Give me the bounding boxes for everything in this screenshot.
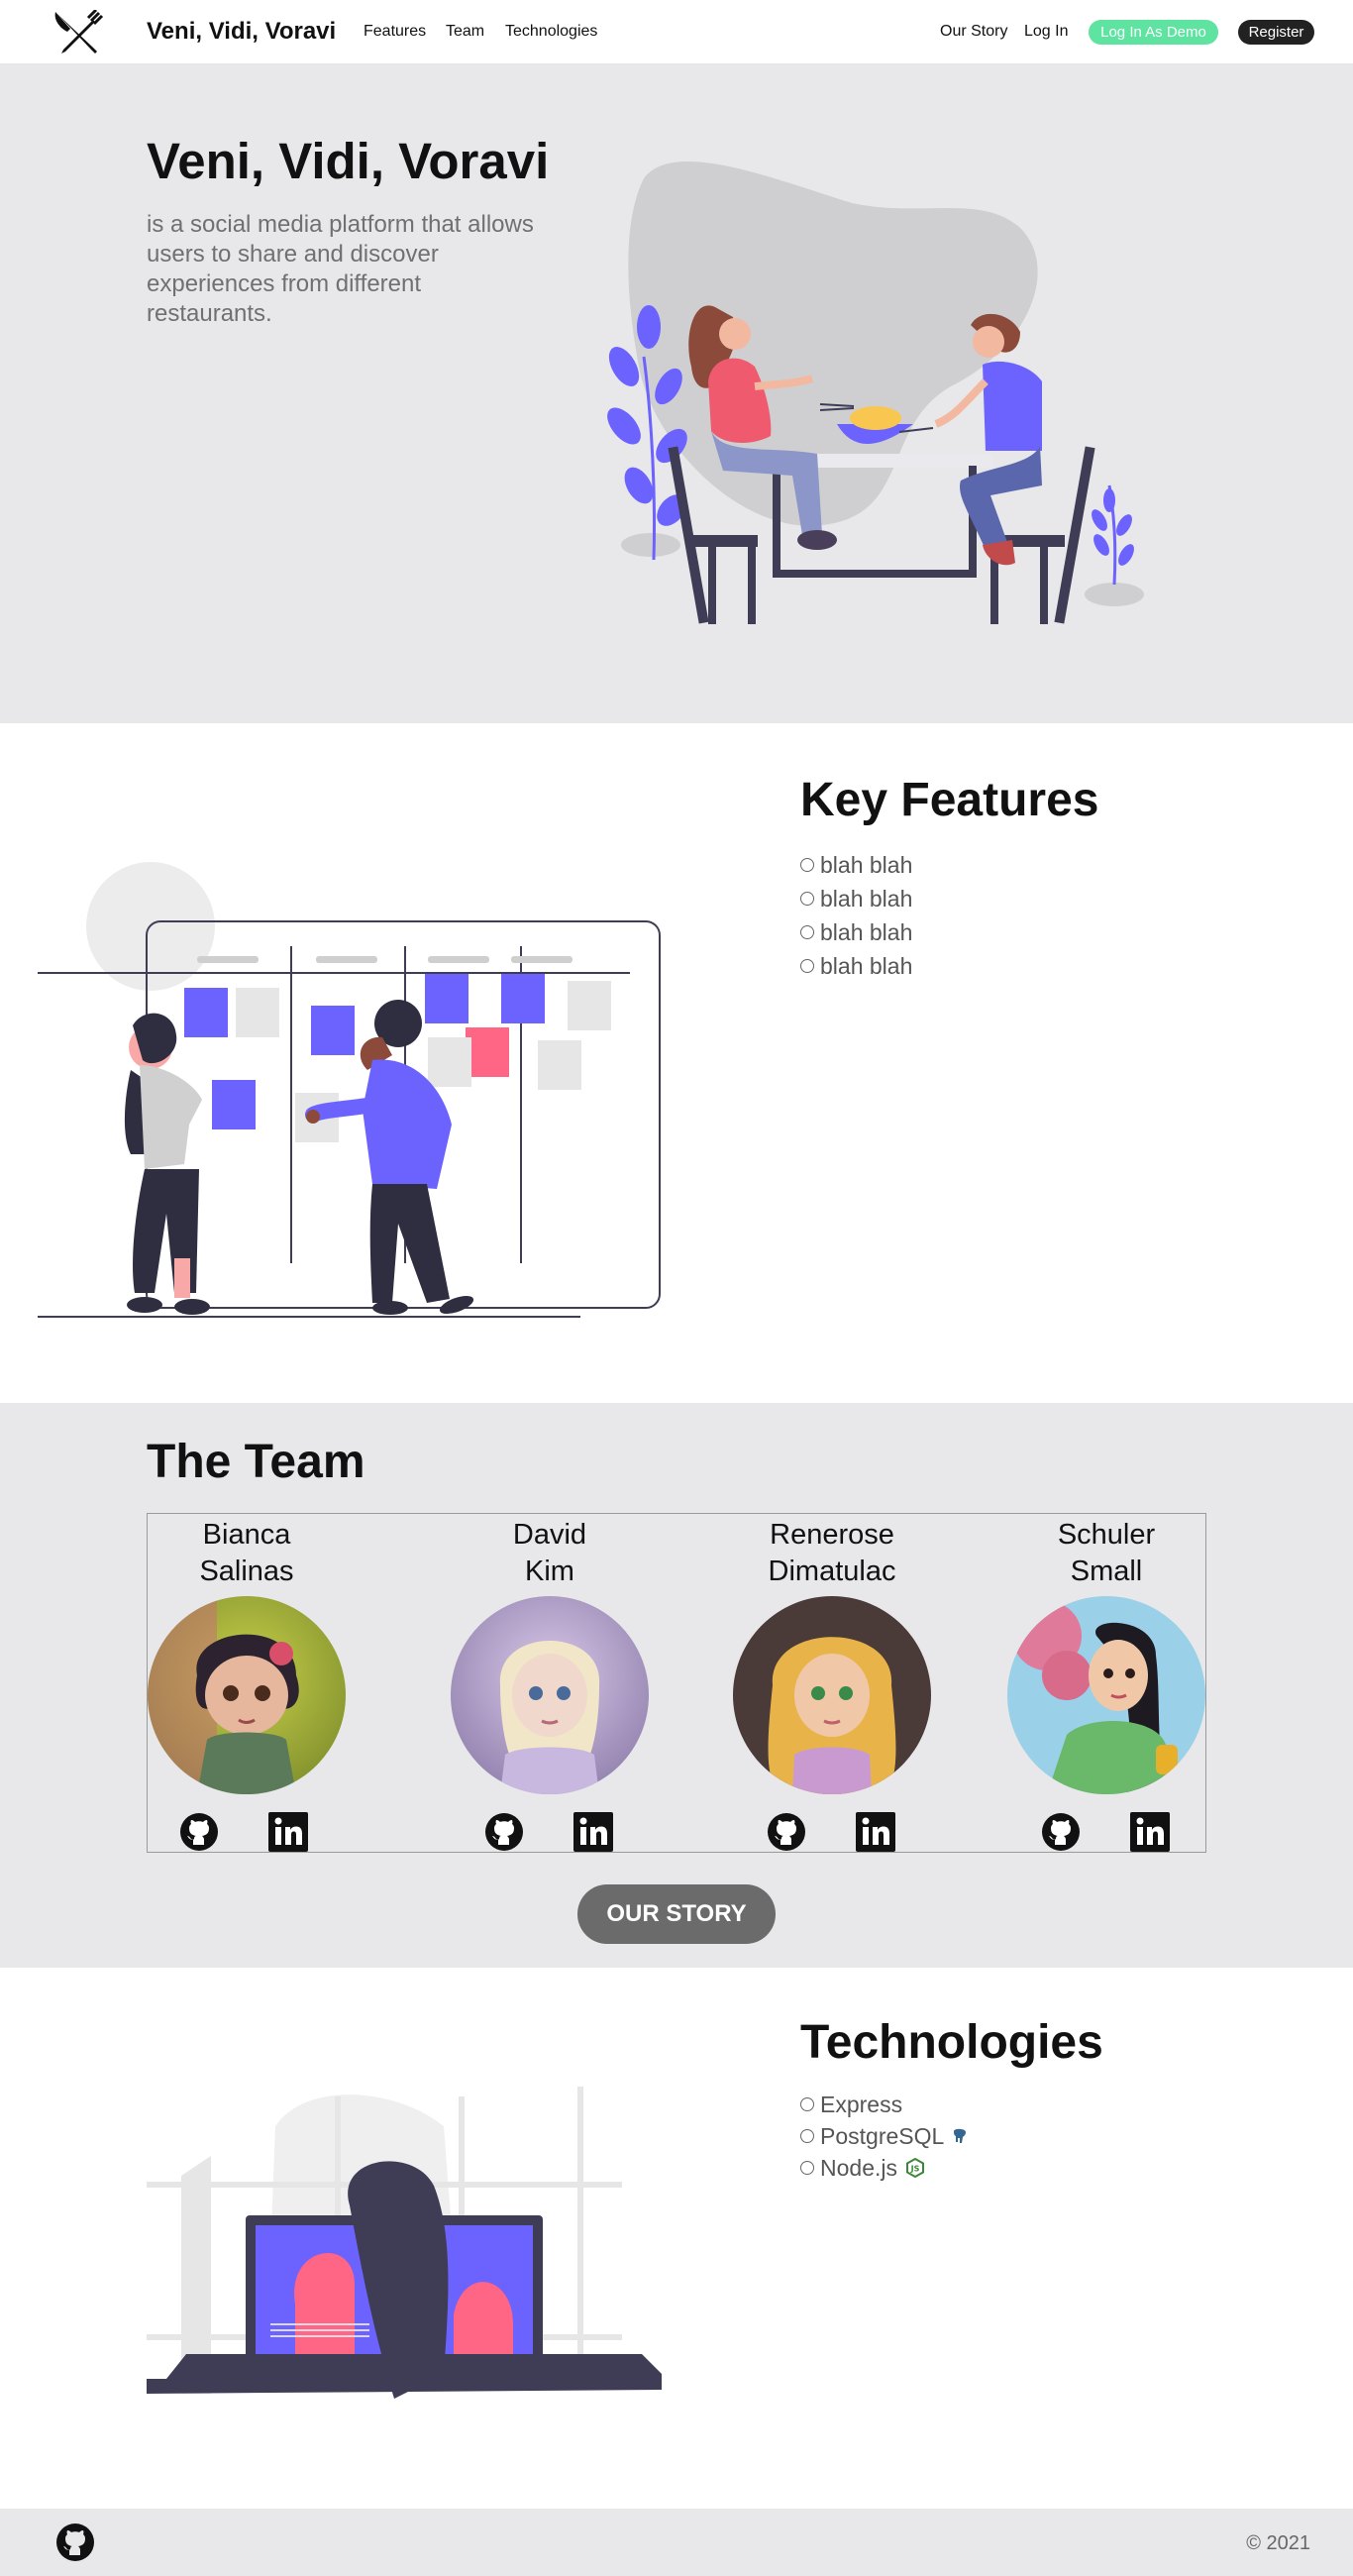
- features-list: blah blah blah blah blah blah blah blah: [800, 848, 912, 983]
- github-icon[interactable]: [1041, 1812, 1081, 1852]
- nodejs-icon: JS: [905, 2157, 924, 2179]
- demo-login-button[interactable]: Log In As Demo: [1089, 20, 1218, 45]
- list-item: blah blah: [800, 915, 912, 949]
- member-avatar: [451, 1596, 649, 1794]
- features-title: Key Features: [800, 774, 1099, 826]
- member-name: Bianca Salinas: [199, 1519, 294, 1587]
- member-avatar: [148, 1596, 346, 1794]
- our-story-button[interactable]: OUR STORY: [577, 1884, 776, 1944]
- list-item: blah blah: [800, 882, 912, 915]
- team-section: The Team Bianca Salinas David Kim Renero…: [0, 1403, 1353, 1968]
- member-avatar: [733, 1596, 931, 1794]
- circle-bullet-icon: [800, 959, 814, 973]
- hero-title: Veni, Vidi, Voravi: [147, 133, 550, 189]
- team-title: The Team: [147, 1436, 365, 1488]
- list-item: Express: [800, 2089, 969, 2120]
- navbar: Veni, Vidi, Voravi Features Team Technol…: [0, 0, 1353, 64]
- team-member-card: Bianca Salinas: [148, 1514, 346, 1799]
- list-item: blah blah: [800, 848, 912, 882]
- technologies-section: Technologies Express PostgreSQL Node.js …: [0, 1968, 1353, 2509]
- tech-title: Technologies: [800, 2016, 1103, 2069]
- member-name: Schuler Small: [1057, 1519, 1156, 1587]
- linkedin-icon[interactable]: [268, 1812, 308, 1852]
- team-member-card: David Kim: [451, 1514, 649, 1799]
- member-avatar: [1007, 1596, 1205, 1794]
- nav-link-features[interactable]: Features: [364, 23, 426, 41]
- hero-section: Veni, Vidi, Voravi is a social media pla…: [0, 64, 1353, 723]
- kanban-board-illustration: [38, 862, 661, 1318]
- circle-bullet-icon: [800, 2097, 814, 2111]
- nav-link-technologies[interactable]: Technologies: [505, 23, 597, 41]
- brand-title[interactable]: Veni, Vidi, Voravi: [147, 18, 336, 46]
- copyright-text: © 2021: [1246, 2532, 1310, 2554]
- fork-knife-icon[interactable]: [52, 10, 105, 55]
- features-section: Key Features blah blah blah blah blah bl…: [0, 723, 1353, 1403]
- linkedin-icon[interactable]: [1130, 1812, 1170, 1852]
- circle-bullet-icon: [800, 892, 814, 906]
- list-item: blah blah: [800, 949, 912, 983]
- nav-link-team[interactable]: Team: [446, 23, 484, 41]
- circle-bullet-icon: [800, 925, 814, 939]
- github-icon[interactable]: [484, 1812, 524, 1852]
- linkedin-icon[interactable]: [856, 1812, 895, 1852]
- github-icon[interactable]: [767, 1812, 806, 1852]
- dining-couple-illustration: [607, 161, 1144, 624]
- github-icon[interactable]: [179, 1812, 219, 1852]
- hero-subtitle: is a social media platform that allows u…: [147, 211, 534, 327]
- team-members-container: Bianca Salinas David Kim Renerose Dimatu…: [147, 1513, 1206, 1853]
- nav-link-our-story[interactable]: Our Story: [940, 23, 1007, 41]
- footer: © 2021: [0, 2509, 1353, 2576]
- circle-bullet-icon: [800, 2161, 814, 2175]
- circle-bullet-icon: [800, 858, 814, 872]
- circle-bullet-icon: [800, 2129, 814, 2143]
- team-member-card: Schuler Small: [1007, 1514, 1205, 1799]
- list-item: PostgreSQL: [800, 2120, 969, 2152]
- member-name: Renerose Dimatulac: [768, 1519, 896, 1587]
- linkedin-icon[interactable]: [573, 1812, 613, 1852]
- tech-list: Express PostgreSQL Node.js JS: [800, 2089, 969, 2184]
- list-item: Node.js JS: [800, 2152, 969, 2184]
- svg-text:JS: JS: [910, 2165, 920, 2174]
- nav-link-login[interactable]: Log In: [1024, 23, 1068, 41]
- team-member-card: Renerose Dimatulac: [733, 1514, 931, 1799]
- member-name: David Kim: [512, 1519, 587, 1587]
- postgresql-icon: [954, 2128, 967, 2143]
- laptop-worker-illustration: [147, 2087, 662, 2399]
- github-icon[interactable]: [55, 2522, 95, 2562]
- register-button[interactable]: Register: [1238, 20, 1314, 45]
